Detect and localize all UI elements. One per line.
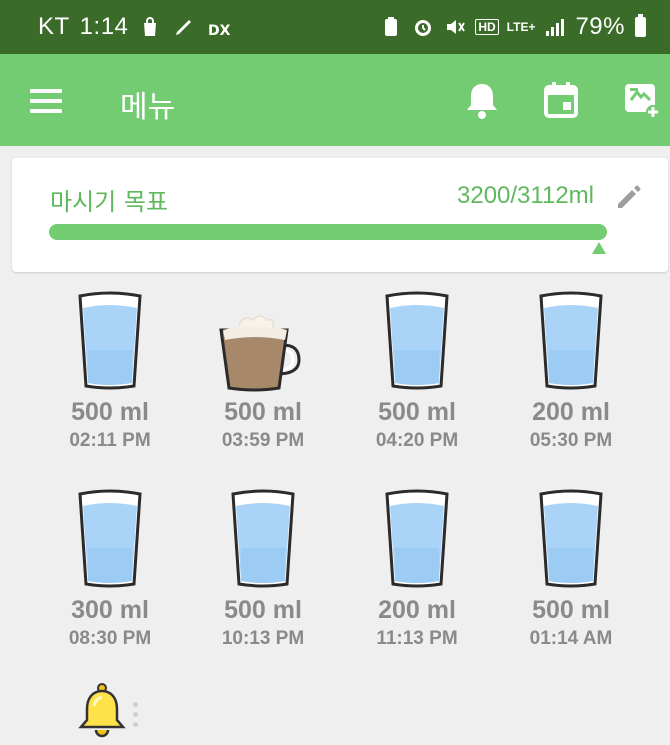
water-glass-icon-wrap — [501, 282, 641, 392]
drink-time: 01:14 AM — [529, 628, 613, 649]
carrier-label: KT — [38, 13, 70, 40]
drink-amount: 200 ml — [378, 596, 456, 624]
status-left: KT 1:14 DX — [38, 0, 230, 54]
drink-time: 10:13 PM — [221, 628, 305, 649]
lte-label: LTE+ — [506, 20, 536, 34]
water-glass-icon — [78, 489, 142, 588]
water-glass-icon — [385, 489, 449, 588]
drink-time: 11:13 PM — [376, 628, 458, 649]
drink-entry[interactable]: 500 ml 10:13 PM — [193, 480, 333, 650]
drink-time: 04:20 PM — [375, 430, 459, 451]
edit-icon[interactable] — [614, 182, 644, 212]
water-glass-icon — [539, 291, 603, 390]
battery-icon — [635, 14, 646, 37]
shopping-bag-icon — [144, 17, 157, 36]
drink-entry[interactable]: 500 ml 03:59 PM — [193, 282, 333, 452]
water-glass-icon — [231, 489, 295, 588]
goal-value: 3200/3112ml — [457, 182, 594, 209]
drink-amount: 500 ml — [71, 398, 149, 426]
water-glass-icon-wrap — [347, 480, 487, 590]
coffee-cup-icon-wrap — [193, 282, 333, 392]
drink-amount: 300 ml — [71, 596, 149, 624]
pen-icon — [176, 20, 192, 35]
drink-time: 02:11 PM — [69, 430, 151, 451]
drink-entry[interactable]: 200 ml 05:30 PM — [501, 282, 641, 452]
water-glass-icon-wrap — [40, 282, 180, 392]
bell-icon[interactable] — [463, 80, 501, 120]
drink-time: 08:30 PM — [68, 628, 152, 649]
status-bar: KT 1:14 DX HD LTE+ 79% — [0, 0, 670, 54]
drink-amount: 500 ml — [532, 596, 610, 624]
drink-amount: 200 ml — [532, 398, 610, 426]
drink-amount: 500 ml — [378, 398, 456, 426]
coffee-cup-icon — [219, 315, 301, 392]
water-glass-icon-wrap — [40, 480, 180, 590]
goal-progress-fill — [49, 224, 607, 240]
water-glass-icon — [539, 489, 603, 588]
drink-goal-card[interactable]: 마시기 목표 3200/3112ml — [12, 158, 668, 272]
water-glass-icon — [385, 291, 449, 390]
drink-amount: 500 ml — [224, 398, 302, 426]
drink-entry[interactable]: 500 ml 04:20 PM — [347, 282, 487, 452]
drink-entry[interactable]: 200 ml 11:13 PM — [347, 480, 487, 650]
drink-time: 05:30 PM — [529, 430, 613, 451]
dx-icon: DX — [208, 23, 230, 39]
drink-amount: 500 ml — [224, 596, 302, 624]
drink-time: 03:59 PM — [221, 430, 305, 451]
app-bar: 메뉴 — [0, 54, 670, 146]
battery-percent: 79% — [575, 13, 625, 40]
add-widget-icon[interactable] — [622, 80, 660, 120]
drink-entry[interactable]: 500 ml 01:14 AM — [501, 480, 641, 650]
drink-entry[interactable]: 500 ml 02:11 PM — [40, 282, 180, 452]
hd-label: HD — [475, 19, 499, 35]
goal-label: 마시기 목표 — [50, 188, 169, 216]
calendar-icon[interactable] — [542, 80, 580, 120]
reminder-bell-icon[interactable] — [76, 682, 128, 738]
alarm-icon — [415, 20, 432, 36]
menu-icon[interactable] — [30, 89, 62, 113]
more-options-icon[interactable] — [133, 702, 141, 734]
battery-saver-icon — [385, 17, 398, 36]
water-glass-icon — [78, 291, 142, 390]
drink-entry[interactable]: 300 ml 08:30 PM — [40, 480, 180, 650]
signal-icon — [546, 19, 565, 36]
clock: 1:14 — [79, 13, 129, 40]
water-glass-icon-wrap — [193, 480, 333, 590]
water-glass-icon-wrap — [347, 282, 487, 392]
goal-progress-bar — [49, 224, 607, 240]
mute-icon — [447, 20, 466, 34]
goal-marker-icon — [592, 242, 606, 254]
app-title: 메뉴 — [120, 90, 176, 125]
svg-text:DX: DX — [208, 23, 230, 39]
status-right: HD LTE+ 79% — [379, 0, 646, 54]
water-glass-icon-wrap — [501, 480, 641, 590]
